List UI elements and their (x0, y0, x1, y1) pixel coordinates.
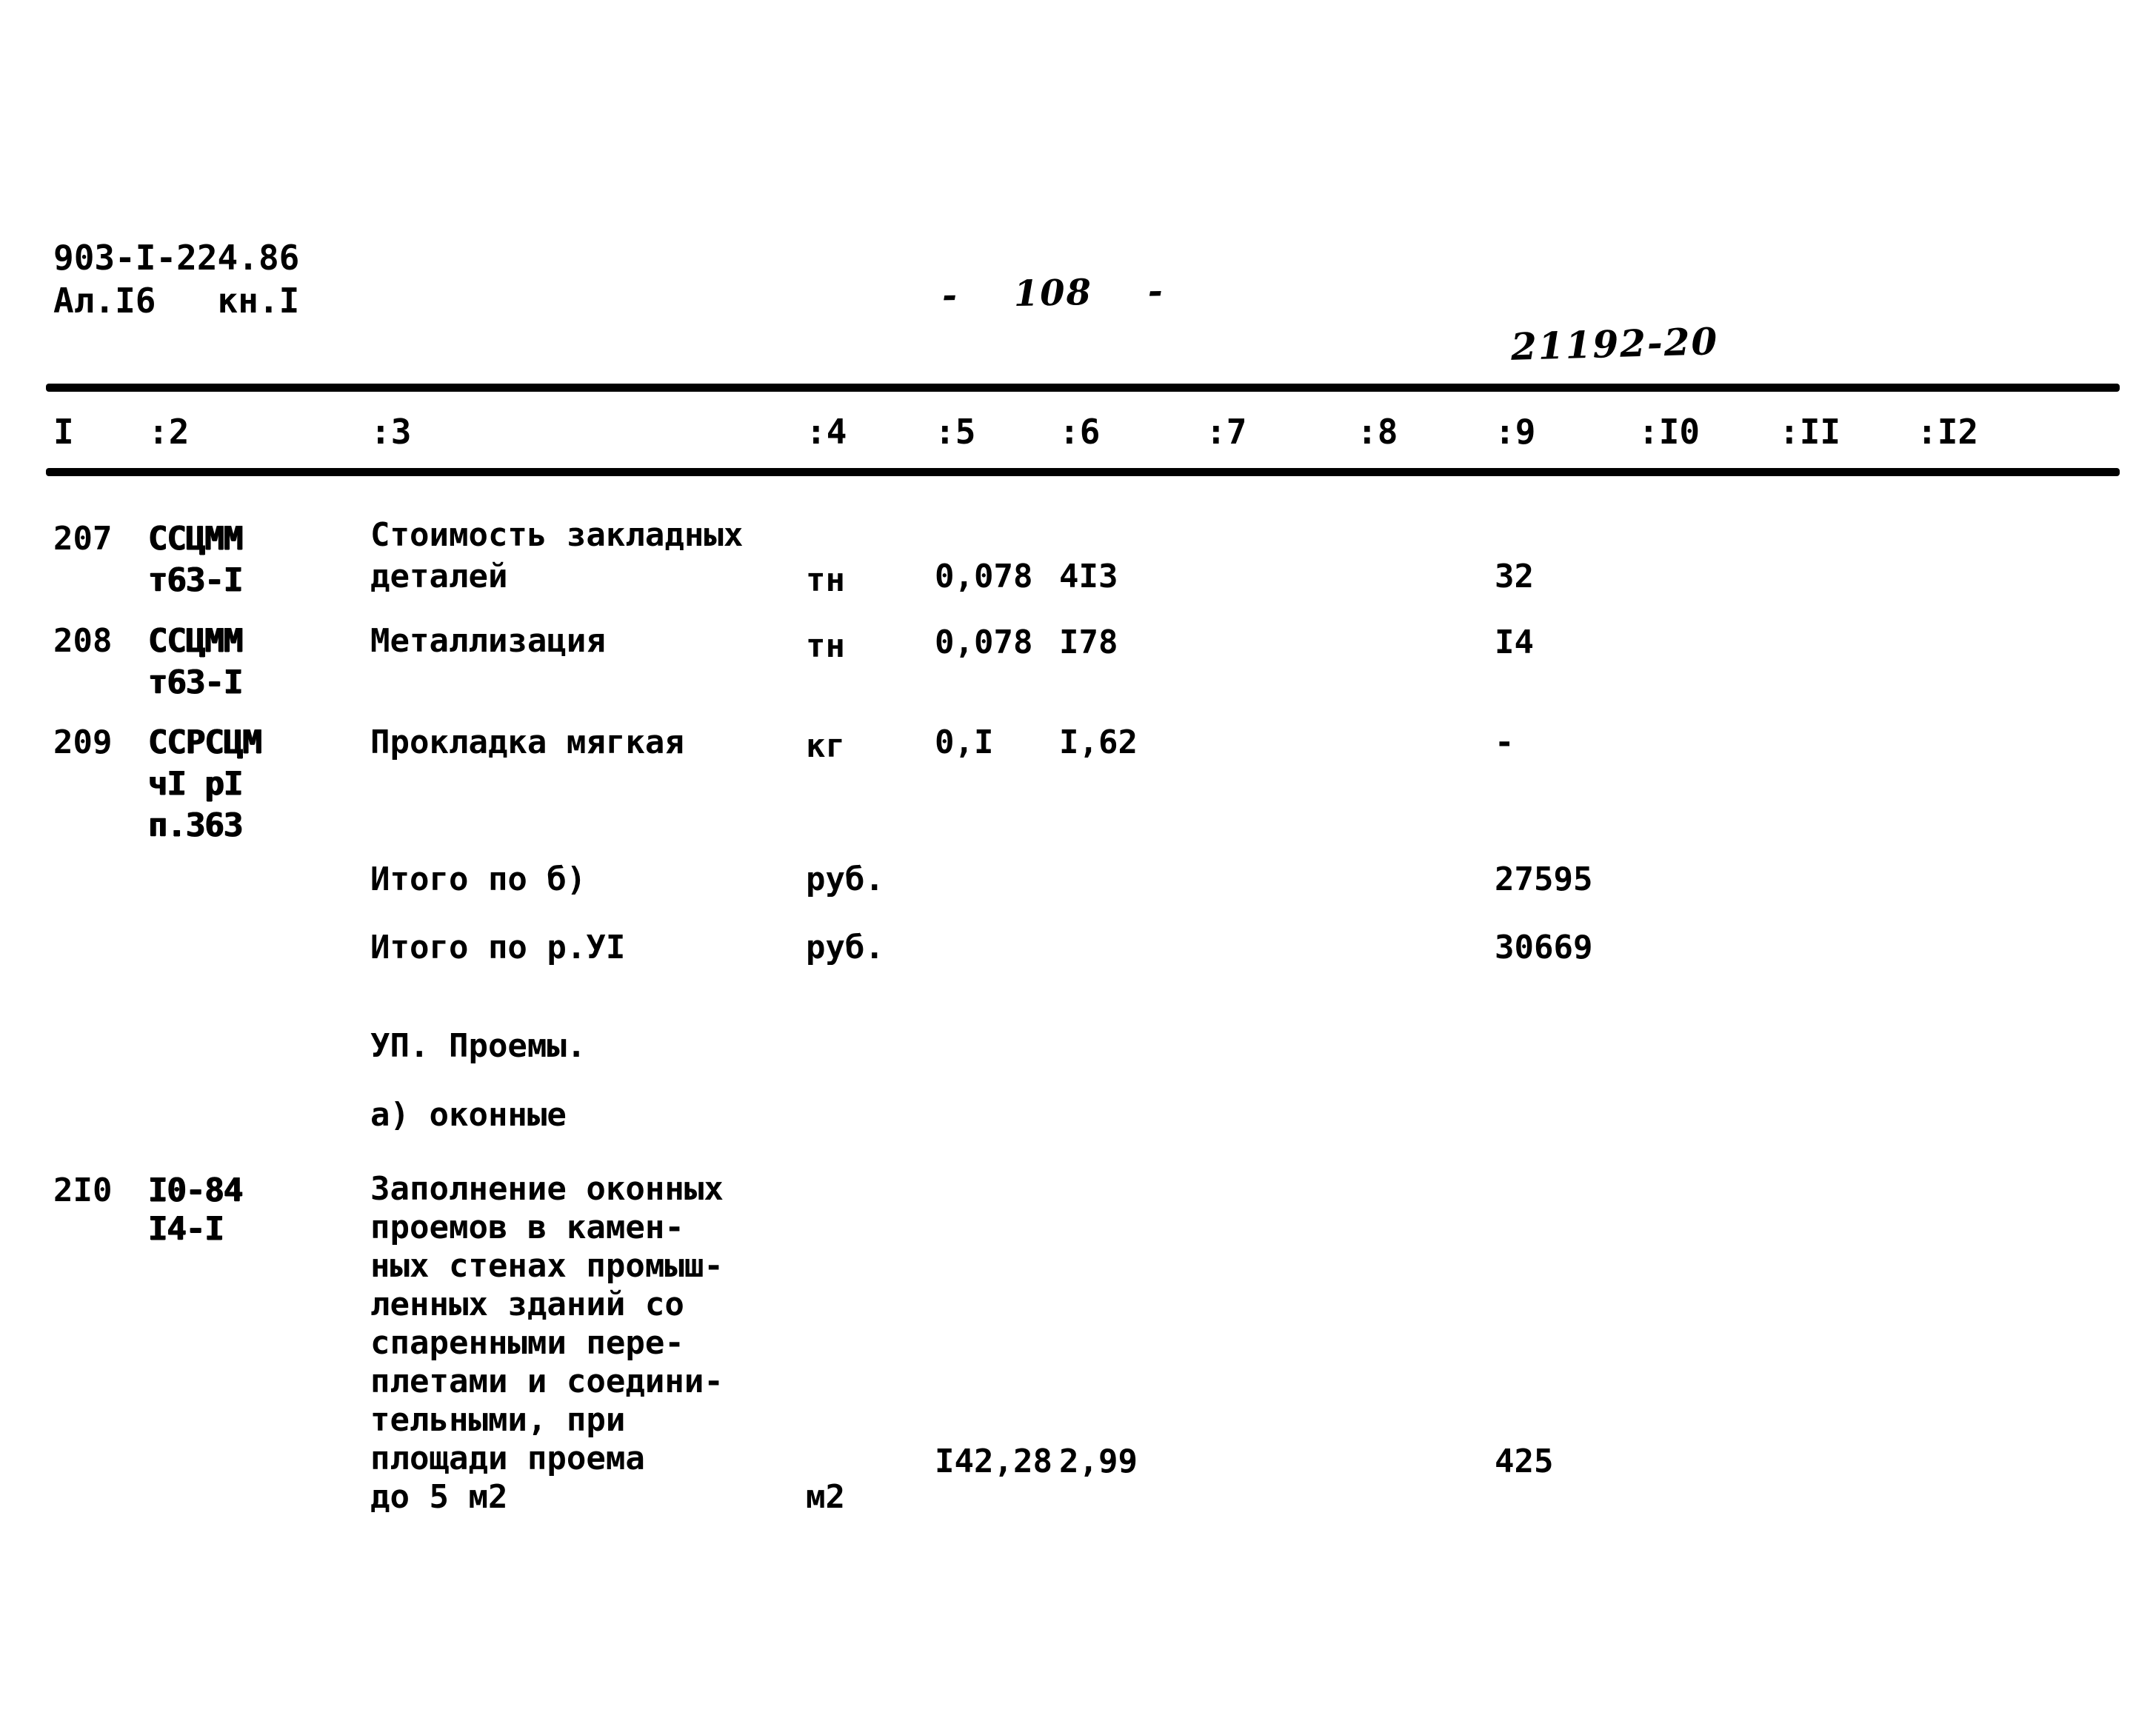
scanned-document-page: 903-I-224.86 Ал.I6 кн.I - 108 - 21192-20… (0, 0, 2156, 1721)
row-total: I4 (1495, 624, 1534, 661)
column-header-11: :II (1779, 412, 1841, 452)
table-rule-bottom (46, 468, 2120, 476)
row-quantity: 0,078 (935, 558, 1033, 595)
row-description-line9: до 5 м2 (370, 1478, 508, 1516)
row-code-line1: ССЦММ (148, 622, 243, 660)
row-quantity: 0,078 (935, 624, 1033, 661)
subtotal-total: 27595 (1495, 860, 1593, 898)
row-code-line2: т63-I (148, 561, 243, 599)
row-code-line3: п.363 (148, 806, 243, 844)
row-code-line2: чI рI (148, 765, 243, 803)
row-description-line1: Стоимость закладных (370, 516, 744, 554)
row-code-line2: т63-I (148, 664, 243, 701)
row-quantity: 0,I (935, 724, 994, 761)
column-header-8: :8 (1357, 412, 1398, 452)
subtotal-label: Итого по б) (370, 860, 587, 898)
column-header-5: :5 (935, 412, 976, 452)
page-number: - 108 - (941, 270, 1165, 317)
column-header-9: :9 (1495, 412, 1536, 452)
column-header-6: :6 (1059, 412, 1101, 452)
row-total: 32 (1495, 558, 1534, 595)
row-code-line1: ССРСЦМ (148, 724, 262, 761)
row-unit: м2 (806, 1478, 845, 1516)
row-unit: тн (806, 561, 845, 599)
row-description-line2: проемов в камен- (370, 1209, 684, 1246)
column-header-10: :I0 (1638, 412, 1701, 452)
column-header-12: :I2 (1917, 412, 1979, 452)
table-row: 2I0 (53, 1172, 113, 1209)
row-description-line1: Прокладка мягкая (370, 724, 684, 761)
subtotal-unit: руб. (806, 929, 884, 966)
row-description-line5: спаренными пере- (370, 1324, 684, 1362)
row-description-line6: плетами и соедини- (370, 1363, 724, 1400)
document-code: 903-I-224.86 (53, 238, 300, 278)
row-code-line1: I0-84 (148, 1172, 243, 1209)
row-total: 425 (1495, 1443, 1554, 1480)
row-price: 4I3 (1059, 558, 1118, 595)
column-header-4: :4 (806, 412, 847, 452)
column-header-7: :7 (1206, 412, 1247, 452)
row-price: 2,99 (1059, 1443, 1138, 1480)
row-code-line1: ССЦММ (148, 520, 243, 558)
row-description-line7: тельными, при (370, 1401, 626, 1439)
row-description-line1: Заполнение оконных (370, 1170, 724, 1208)
row-price: I,62 (1059, 724, 1138, 761)
row-unit: тн (806, 627, 845, 665)
row-description-line1: Металлизация (370, 622, 606, 660)
row-quantity: I42,28 (935, 1443, 1052, 1480)
document-album-book: Ал.I6 кн.I (53, 281, 300, 321)
table-row: 207 (53, 520, 113, 558)
row-price: I78 (1059, 624, 1118, 661)
subtotal-label: Итого по р.УI (370, 929, 626, 966)
row-unit: кг (806, 727, 845, 765)
row-description-line2: деталей (370, 558, 508, 595)
row-description-line4: ленных зданий со (370, 1286, 684, 1323)
row-total: - (1495, 724, 1515, 761)
table-row: 209 (53, 724, 113, 761)
archive-stamp: 21192-20 (1510, 319, 1720, 369)
subtotal-total: 30669 (1495, 929, 1593, 966)
row-code-line2: I4-I (148, 1210, 224, 1248)
row-description-line3: ных стенах промыш- (370, 1247, 724, 1285)
column-header-3: :3 (370, 412, 412, 452)
table-rule-top (46, 384, 2120, 392)
column-header-2: :2 (148, 412, 190, 452)
column-header-1: I (53, 412, 74, 452)
section-subheading: а) оконные (370, 1096, 567, 1134)
section-heading: УП. Проемы. (370, 1027, 587, 1065)
table-row: 208 (53, 622, 113, 660)
row-description-line8: площади проема (370, 1440, 645, 1477)
subtotal-unit: руб. (806, 860, 884, 898)
